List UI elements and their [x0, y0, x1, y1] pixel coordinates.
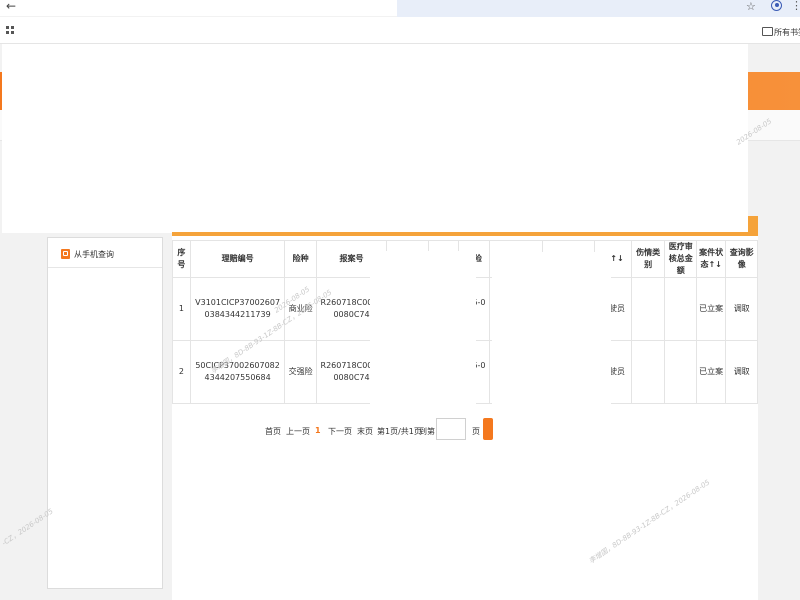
col-header-claim-no: 理赔编号	[189, 240, 286, 278]
cell-index: 1	[172, 277, 191, 341]
cell-injury-type	[630, 277, 666, 341]
pager-page-unit: 页	[472, 427, 480, 436]
apps-grid-icon[interactable]	[6, 26, 14, 34]
cell-medical-amount	[664, 340, 697, 404]
back-arrow-icon[interactable]: ←	[6, 0, 16, 13]
col-header-index: 序号	[172, 240, 191, 278]
redacted-area	[370, 251, 476, 406]
pager-summary: 第1页/共1页	[377, 427, 422, 436]
col-header-injury-type: 伤情类别	[630, 240, 666, 278]
sidebar-item-phone-query[interactable]: 从手机查询	[48, 241, 162, 268]
go-page-button[interactable]	[483, 418, 493, 440]
cell-medical-amount	[664, 277, 697, 341]
phone-query-icon	[61, 249, 70, 259]
pagination: 首页 上一页 1 下一页 末页 第1页/共1页 到第 页	[172, 418, 758, 442]
cell-index: 2	[172, 340, 191, 404]
col-header-case-status[interactable]: 案件状态↑↓	[695, 240, 727, 278]
pager-prev[interactable]: 上一页	[286, 426, 310, 437]
retrieve-image-link[interactable]: 调取	[725, 277, 758, 341]
all-bookmarks-link[interactable]: 所有书签	[774, 27, 800, 38]
col-header-query-image: 查询影像	[725, 240, 758, 278]
bookmark-star-icon[interactable]: ☆	[746, 0, 756, 13]
sidebar: 从手机查询	[47, 237, 163, 589]
cell-case-status: 已立案	[695, 277, 727, 341]
pager-next[interactable]: 下一页	[328, 426, 352, 437]
browser-menu-icon[interactable]: ⋮	[791, 0, 800, 12]
cell-case-status: 已立案	[695, 340, 727, 404]
profile-icon[interactable]	[771, 0, 782, 11]
page-number-input[interactable]	[436, 418, 466, 440]
retrieve-image-link[interactable]: 调取	[725, 340, 758, 404]
col-header-insurance-type: 险种	[284, 240, 317, 278]
cell-insurance-type: 交强险	[284, 340, 317, 404]
sidebar-item-label: 从手机查询	[74, 250, 114, 259]
pager-current-page[interactable]: 1	[315, 426, 321, 435]
bookmarks-bar: 所有书签	[0, 17, 800, 44]
redacted-area	[172, 216, 748, 232]
folder-icon[interactable]	[762, 27, 773, 36]
col-header-medical-amount: 医疗审核总金额	[664, 240, 697, 278]
address-bar[interactable]	[397, 0, 800, 17]
pager-goto-label: 到第	[419, 427, 435, 436]
redacted-area	[2, 44, 748, 233]
cell-injury-type	[630, 340, 666, 404]
pager-last[interactable]: 末页	[357, 426, 373, 437]
pager-first[interactable]: 首页	[265, 426, 281, 437]
